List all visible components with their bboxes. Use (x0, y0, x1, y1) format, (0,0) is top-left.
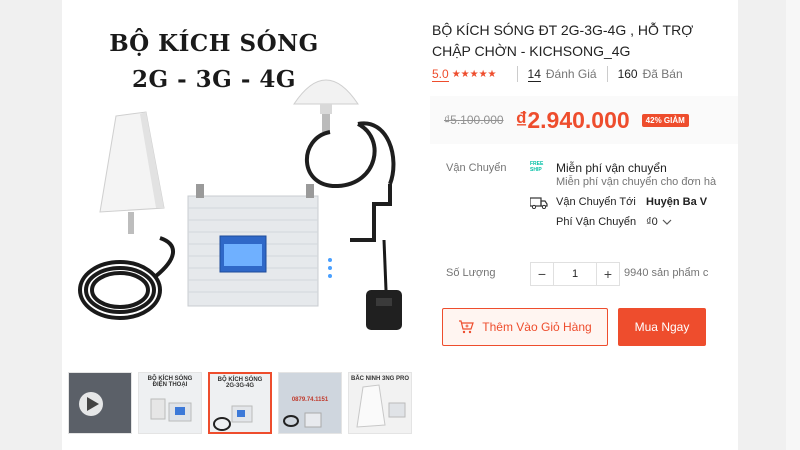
product-title: BỘ KÍCH SÓNG ĐT 2G-3G-4G , HỖ TRỢ CHẬP C… (432, 20, 738, 62)
chevron-down-icon[interactable] (662, 217, 672, 227)
shipping-fee-label: Phí Vận Chuyển (556, 216, 637, 228)
ship-to-label: Vận Chuyển Tới (556, 196, 636, 208)
quantity-decrease-button[interactable]: − (530, 262, 554, 286)
review-count-label: Đánh Giá (545, 67, 597, 81)
thumbnail-3[interactable]: BỘ KÍCH SÓNG 2G-3G-4G (208, 372, 272, 434)
thumbnail-strip: BỘ KÍCH SÓNG ĐIỆN THOẠI BỘ KÍCH SÓNG 2G-… (68, 372, 412, 434)
shipping-fee-value[interactable]: ₫0 (646, 216, 658, 228)
divider (606, 66, 608, 82)
product-title-line2: CHẬP CHỜN - KICHSONG_4G (432, 43, 631, 59)
ship-to-location[interactable]: Huyện Ba V (646, 196, 707, 208)
sale-price: ₫2.940.000 (515, 106, 630, 133)
add-to-cart-label: Thêm Vào Giỏ Hàng (482, 320, 592, 334)
rating-row: 5.0 ★★★★★ 14 Đánh Giá 160 Đã Bán (432, 66, 683, 82)
buy-now-button[interactable]: Mua Ngay (618, 308, 706, 346)
main-product-image[interactable]: BỘ KÍCH SÓNG 2G - 3G - 4G (68, 8, 412, 344)
quantity-label: Số Lượng (446, 267, 496, 279)
repeater-box (187, 184, 332, 307)
thumbnail-video[interactable] (68, 372, 132, 434)
stock-available: 9940 sản phẩm c (624, 267, 709, 279)
thumbnail-3-image (213, 405, 253, 431)
divider (516, 66, 518, 82)
product-info: BỘ KÍCH SÓNG ĐT 2G-3G-4G , HỖ TRỢ CHẬP C… (430, 0, 738, 450)
thumbnail-5[interactable]: BẮC NINH 3NG PRO (348, 372, 412, 434)
rating-stars-icon: ★★★★★ (451, 68, 497, 80)
product-title-line1: BỘ KÍCH SÓNG ĐT 2G-3G-4G , HỖ TRỢ (432, 22, 694, 38)
play-icon (79, 392, 103, 416)
sold-count: 160 (617, 67, 638, 81)
panel-antenna (99, 111, 165, 234)
dome-antenna (293, 79, 359, 132)
shipping-label: Vận Chuyển (446, 162, 507, 174)
free-shipping-subtitle: Miễn phí vận chuyển cho đơn hà (556, 176, 717, 188)
quantity-increase-button[interactable]: + (596, 262, 620, 286)
repeater-product-illustration (78, 79, 402, 330)
rating-value[interactable]: 5.0 (432, 67, 449, 82)
quantity-input[interactable]: 1 (554, 262, 596, 286)
thumbnail-2[interactable]: BỘ KÍCH SÓNG ĐIỆN THOẠI (138, 372, 202, 434)
truck-icon (530, 197, 548, 209)
cart-add-icon (458, 320, 475, 334)
original-price: ₫5.100.000 (444, 113, 504, 127)
free-ship-icon-line2: SHIP (530, 167, 542, 173)
left-margin (0, 0, 62, 450)
thumbnail-2-image (150, 398, 192, 422)
cable-coil-left (78, 236, 175, 320)
power-adapter (366, 239, 402, 330)
thumbnail-4-image (283, 412, 322, 428)
product-page: BỘ KÍCH SÓNG 2G - 3G - 4G BỘ KÍCH SÓNG Đ… (62, 0, 738, 450)
discount-badge: 42% GIẢM (641, 113, 689, 127)
free-ship-icon: FREE SHIP (530, 161, 552, 175)
add-to-cart-button[interactable]: Thêm Vào Giỏ Hàng (442, 308, 608, 346)
free-shipping-title: Miễn phí vận chuyển (556, 161, 667, 175)
price-box: ₫5.100.000 ₫2.940.000 42% GIẢM (430, 96, 738, 144)
right-margin (738, 0, 800, 450)
thumbnail-5-image (356, 384, 406, 428)
quantity-stepper: − 1 + (530, 262, 620, 286)
sold-count-label: Đã Bán (642, 67, 683, 81)
review-count[interactable]: 14 (527, 67, 541, 82)
thumbnail-4[interactable]: 0879.74.1151 (278, 372, 342, 434)
cable-coil-right (305, 121, 396, 242)
